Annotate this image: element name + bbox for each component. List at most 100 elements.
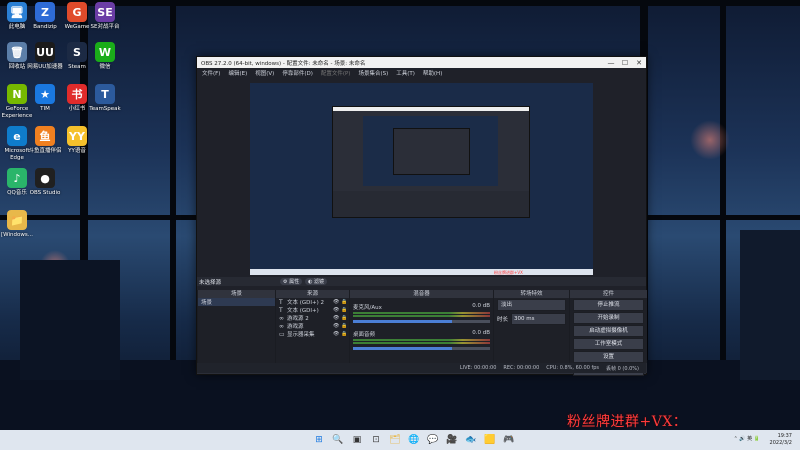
duration-input[interactable]: 300 ms [511,313,566,325]
app-icon: UU [35,42,55,62]
taskbar-app-icon[interactable]: ⊡ [369,433,383,447]
obs-statusbar: LIVE: 00:00:00 REC: 00:00:00 CPU: 0.8%, … [197,363,646,373]
lock-icon[interactable]: 🔒 [341,315,349,321]
taskbar-app-icon[interactable]: 🗂 [388,433,402,447]
visibility-eye-icon[interactable]: 👁 [333,307,341,313]
source-item[interactable]: ∞ 游戏源 👁 🔒 [276,322,349,331]
app-icon: Z [35,2,55,22]
no-source-label: 未选择源 [199,279,222,286]
scenes-header: 场景 [198,290,275,298]
visibility-eye-icon[interactable]: 👁 [333,315,341,321]
visibility-eye-icon[interactable]: 👁 [333,299,341,305]
control-button[interactable]: 开始录制 [573,312,644,324]
menu-view[interactable]: 视图(V) [255,69,274,77]
mixer-channel: 麦克风/Aux 0.0 dB [350,302,493,325]
control-button[interactable]: 设置 [573,351,644,363]
nested-obs-window [332,106,530,218]
source-type-icon: T [279,306,283,314]
duration-label: 时长 [497,317,509,323]
control-button[interactable]: 停止推流 [573,299,644,311]
properties-button[interactable]: ⚙ 属性 [280,278,303,285]
channel-db: 0.0 dB [472,330,490,336]
source-item[interactable]: T 文本 (GDI+) 👁 🔒 [276,306,349,315]
desktop-icon[interactable]: YY YY语音 [58,126,96,155]
control-button[interactable]: 工作室模式 [573,338,644,350]
taskbar-app-icon[interactable]: ⊞ [312,433,326,447]
desktop-icon[interactable]: SE SE对战平台 [86,2,124,31]
channel-name: 桌面音频 [353,332,376,338]
controls-dock: 控件 停止推流开始录制启动虚拟摄像机工作室模式设置退出 [569,290,647,376]
visibility-eye-icon[interactable]: 👁 [333,323,341,329]
menu-edit[interactable]: 编辑(E) [228,69,247,77]
taskbar-app-icon[interactable]: 🎮 [502,433,516,447]
taskbar-app-icon[interactable]: 🌐 [407,433,421,447]
menu-profile[interactable]: 配置文件(P) [321,69,351,77]
source-name: 游戏源 [287,324,304,330]
menu-docks[interactable]: 停靠部件(D) [282,69,313,77]
obs-titlebar[interactable]: OBS 27.2.0 (64-bit, windows) - 配置文件: 未命名… [197,57,646,68]
desktop-icon[interactable]: ● OBS Studio [26,168,64,197]
menu-file[interactable]: 文件(F) [202,69,220,77]
source-type-icon: ∞ [279,322,284,330]
app-icon: 🗑 [7,42,27,62]
lock-icon[interactable]: 🔒 [341,323,349,329]
volume-fill [353,347,452,350]
obs-window[interactable]: OBS 27.2.0 (64-bit, windows) - 配置文件: 未命名… [196,56,647,376]
source-toolbar: 未选择源 ⚙ 属性 ◐ 滤镜 [197,277,646,286]
source-item[interactable]: T 文本 (GDI+) 2 👁 🔒 [276,298,349,307]
desktop-icon[interactable]: T TeamSpeak [86,84,124,113]
visibility-eye-icon[interactable]: 👁 [333,331,341,337]
sources-header: 来源 [276,290,349,298]
source-name: 游戏源 2 [287,316,309,322]
lock-icon[interactable]: 🔒 [341,299,349,305]
close-button[interactable]: ✕ [632,59,646,67]
taskbar-app-icon[interactable]: 🔍 [331,433,345,447]
menu-scene-collection[interactable]: 场景集合(S) [358,69,388,77]
minimize-button[interactable]: — [604,59,618,67]
source-name: 文本 (GDI+) 2 [287,300,325,306]
tray-icons[interactable]: ⌃ 🔊 英 🔋 [734,436,760,443]
filters-button[interactable]: ◐ 滤镜 [305,278,328,285]
rec-time: REC: 00:00:00 [503,365,540,371]
mixer-dock: 混音器 麦克风/Aux 0.0 dB 桌面音频 0.0 dB [349,290,493,373]
clock[interactable]: 19:37 2022/3/2 [770,433,792,447]
maximize-button[interactable]: ☐ [618,59,632,67]
transition-select[interactable]: 淡出 [497,299,566,311]
volume-fill [353,320,452,323]
sources-dock: 来源 T 文本 (GDI+) 2 👁 🔒 T 文本 (GDI+) 👁 🔒 ∞ 游戏源 2 👁 🔒 ∞ 游戏… [275,290,349,373]
app-icon: W [95,42,115,62]
cpu-fps: CPU: 0.8%, 60.00 fps [546,365,600,371]
lock-icon[interactable]: 🔒 [341,307,349,313]
app-icon: 📁 [7,210,27,230]
desktop-icon[interactable]: 📁 [Windows... [0,210,36,239]
control-button[interactable]: 启动虚拟摄像机 [573,325,644,337]
app-icon: SE [95,2,115,22]
taskbar-app-icon[interactable]: 🎥 [445,433,459,447]
level-meter [353,315,490,317]
taskbar-app-icon[interactable]: 💬 [426,433,440,447]
taskbar-app-icon[interactable]: 🟨 [483,433,497,447]
app-icon: 书 [67,84,87,104]
volume-slider[interactable] [353,320,490,323]
source-item[interactable]: ▭ 显示器采集 👁 🔒 [276,330,349,339]
volume-slider[interactable] [353,347,490,350]
desktop-icon-label: TeamSpeak [89,106,121,112]
app-icon: 🖥 [7,2,27,22]
app-icon: 鱼 [35,126,55,146]
preview-canvas: 粉丝牌进群+VX [250,83,593,275]
menu-tools[interactable]: 工具(T) [396,69,415,77]
desktop-icon[interactable]: W 微信 [86,42,124,71]
system-tray[interactable]: ⌃ 🔊 英 🔋 [734,436,760,443]
desktop-icon-label: OBS Studio [29,190,61,196]
taskbar: ⊞ 🔍 ▣ ⊡ 🗂 🌐 💬 🎥 🐟 🟨 🎮 ⌃ 🔊 英 🔋 19:37 2022/3/2 [0,430,800,450]
transitions-body: 淡出 时长 300 ms [494,298,569,373]
taskbar-app-icon[interactable]: ▣ [350,433,364,447]
scene-item[interactable]: 场景 [198,298,275,306]
app-icon: T [95,84,115,104]
source-type-icon: ∞ [279,314,284,322]
app-icon: S [67,42,87,62]
menu-help[interactable]: 帮助(H) [423,69,442,77]
lock-icon[interactable]: 🔒 [341,331,349,337]
source-item[interactable]: ∞ 游戏源 2 👁 🔒 [276,314,349,323]
taskbar-app-icon[interactable]: 🐟 [464,433,478,447]
